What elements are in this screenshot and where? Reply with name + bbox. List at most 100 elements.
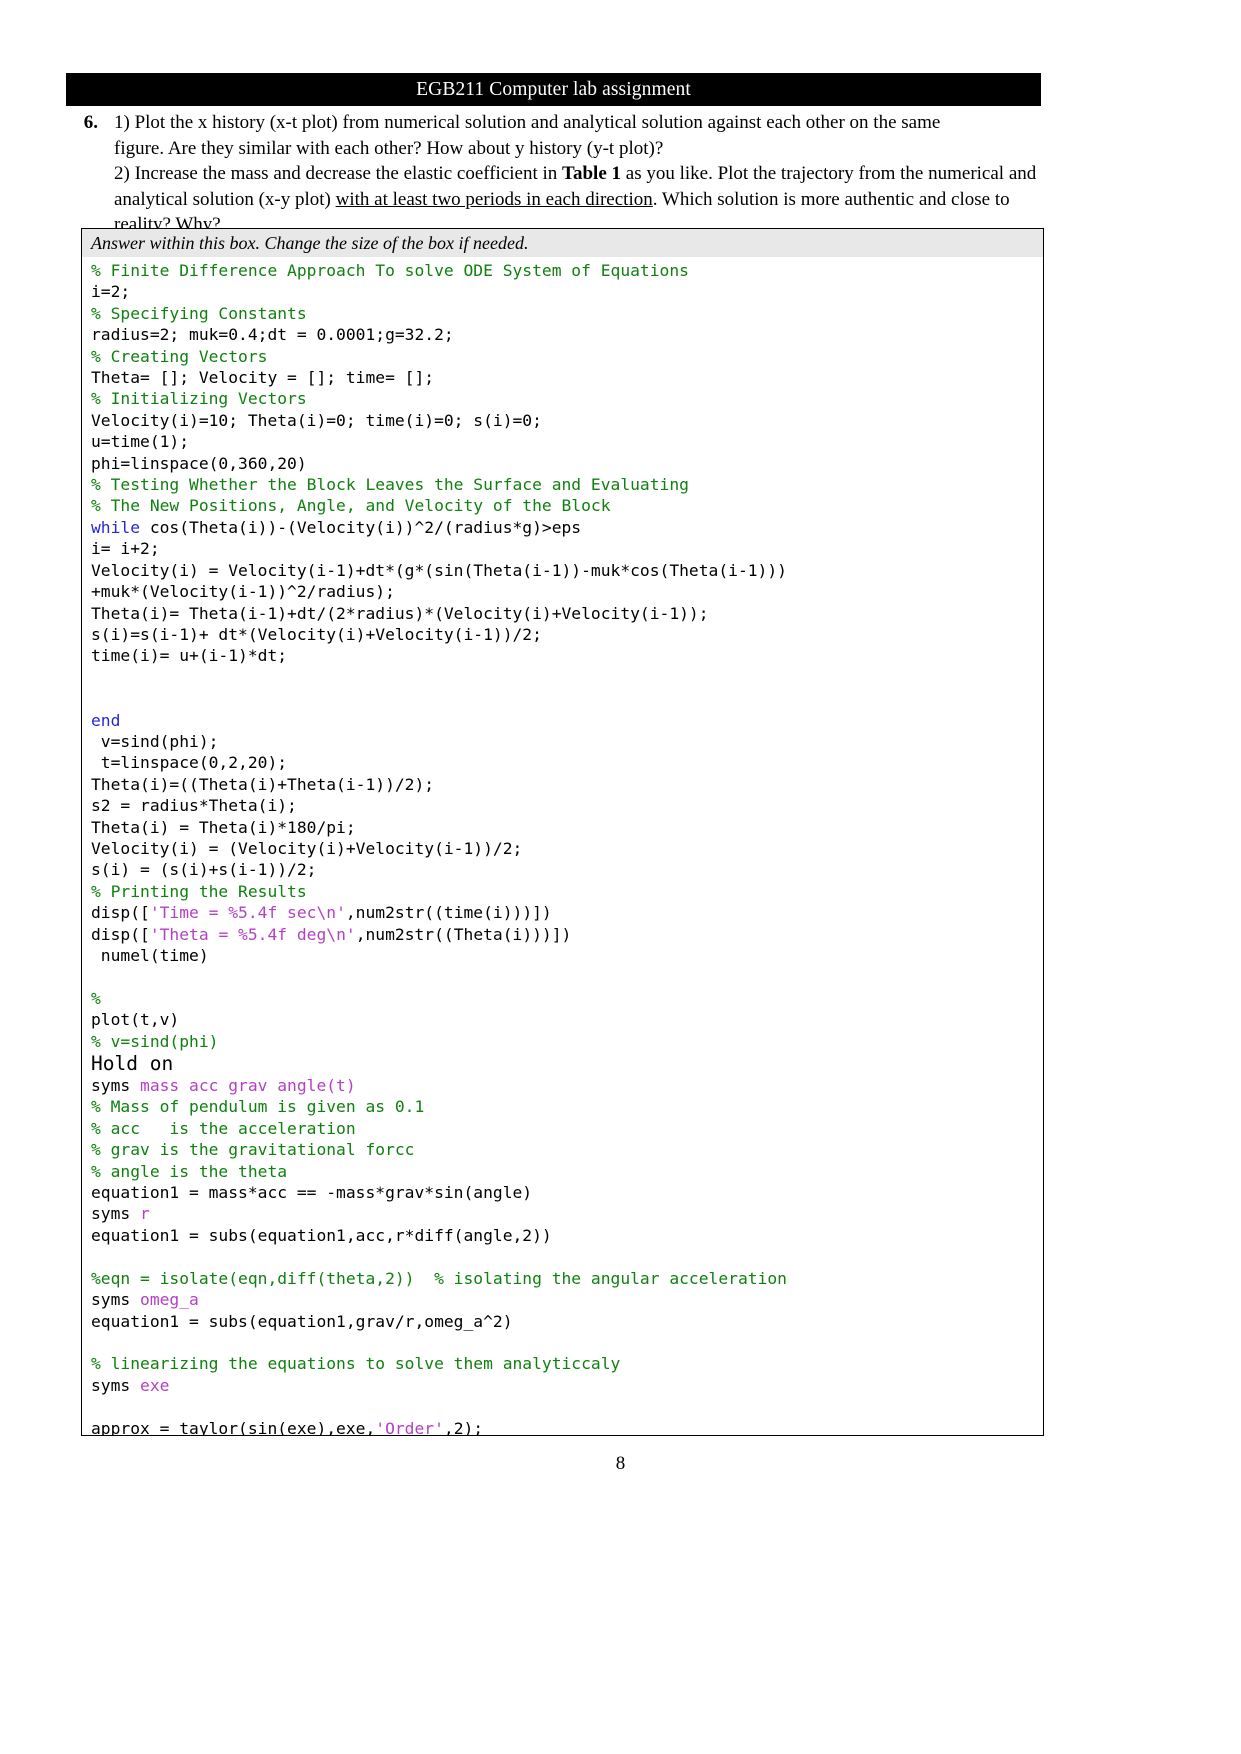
code-line: s(i) = (s(i)+s(i-1))/2; [91,859,1043,880]
code-token-plain: disp([ [91,903,150,923]
code-token-string: 'Time = %5.4f sec\n' [149,903,346,923]
code-line: Hold on [91,1052,1043,1075]
code-token-plain: syms [91,1204,141,1224]
code-listing[interactable]: % Finite Difference Approach To solve OD… [82,257,1043,1436]
code-line: %eqn = isolate(eqn,diff(theta,2)) % isol… [91,1268,1043,1289]
code-line: s(i)=s(i-1)+ dt*(Velocity(i)+Velocity(i-… [91,624,1043,645]
code-line: % Specifying Constants [91,303,1043,324]
question-body: 1) Plot the x history (x-t plot) from nu… [114,110,1043,238]
code-token-plain: v=sind(phi); [91,731,219,751]
code-line: Velocity(i)=10; Theta(i)=0; time(i)=0; s… [91,410,1043,431]
code-line: disp(['Time = %5.4f sec\n',num2str((time… [91,902,1043,923]
code-token-plain: time(i)= u+(i-1)*dt; [91,646,288,666]
code-line: % Testing Whether the Block Leaves the S… [91,474,1043,495]
code-token-comment: % Specifying Constants [91,303,307,323]
code-token-plain: phi=linspace(0,360,20) [91,453,307,473]
code-token-plain: numel(time) [91,946,209,965]
code-line: i= i+2; [91,538,1043,559]
document-header-banner: EGB211 Computer lab assignment [66,73,1041,106]
code-token-plain: +muk*(Velocity(i-1))^2/radius); [91,582,395,602]
question-part2: 2) Increase the mass and decrease the el… [114,161,1043,238]
code-line: syms exe [91,1375,1043,1396]
code-token-plain: Velocity(i) = (Velocity(i)+Velocity(i-1)… [91,838,523,858]
code-line: approx = taylor(sin(exe),exe,'Order',2); [91,1418,1043,1436]
code-token-plain: u=time(1); [91,432,190,452]
code-line: % The New Positions, Angle, and Velocity… [91,495,1043,516]
code-token-string: r [140,1204,150,1224]
code-token-keyword: while [91,517,141,537]
code-line: Theta(i)= Theta(i-1)+dt/(2*radius)*(Velo… [91,603,1043,624]
code-token-comment: % v=sind(phi) [91,1031,219,1051]
code-line: +muk*(Velocity(i-1))^2/radius); [91,581,1043,602]
code-line: % angle is the theta [91,1161,1043,1182]
code-line: time(i)= u+(i-1)*dt; [91,645,1043,666]
code-line: Theta(i)=((Theta(i)+Theta(i-1))/2); [91,774,1043,795]
code-token-plain: ,num2str((time(i)))]) [345,903,552,923]
code-line: syms mass acc grav angle(t) [91,1075,1043,1096]
code-token-plain: t=linspace(0,2,20); [91,753,288,773]
code-token-comment: % The New Positions, Angle, and Velocity… [91,496,611,516]
code-token-plain: disp([ [91,924,150,944]
question-number: 6. [83,112,98,133]
code-token-string: omeg_a [140,1290,199,1310]
code-line: Velocity(i) = Velocity(i-1)+dt*(g*(sin(T… [91,560,1043,581]
code-line: s2 = radius*Theta(i); [91,795,1043,816]
code-line: radius=2; muk=0.4;dt = 0.0001;g=32.2; [91,324,1043,345]
question-block: 6. 1) Plot the x history (x-t plot) from… [66,110,1043,238]
code-token-plain: Velocity(i)=10; Theta(i)=0; time(i)=0; s… [91,410,542,430]
question-part2-emphasis: with at least two periods in each direct… [335,188,653,210]
code-line: equation1 = subs(equation1,acc,r*diff(an… [91,1225,1043,1246]
code-line: numel(time) [91,945,1043,966]
document-page: EGB211 Computer lab assignment 6. 1) Plo… [0,0,1241,1754]
page-number: 8 [615,1453,626,1474]
code-line: v=sind(phi); [91,731,1043,752]
code-token-comment: % angle is the theta [91,1161,288,1181]
code-token-plain: Theta(i)=((Theta(i)+Theta(i-1))/2); [91,774,435,794]
code-line: equation1 = mass*acc == -mass*grav*sin(a… [91,1182,1043,1203]
code-token-comment: % Finite Difference Approach To solve OD… [91,261,689,280]
code-token-plain: cos(Theta(i))-(Velocity(i))^2/(radius*g)… [140,517,582,537]
code-token-comment: % Initializing Vectors [91,389,307,409]
code-token-plain: ,2); [443,1418,484,1436]
code-token-comment: % acc is the acceleration [91,1118,356,1138]
header-title: EGB211 Computer lab assignment [416,78,691,100]
code-token-plain: syms [91,1290,141,1310]
code-line: syms r [91,1203,1043,1224]
code-token-plain: Theta= []; Velocity = []; time= []; [91,368,435,388]
code-line: Velocity(i) = (Velocity(i)+Velocity(i-1)… [91,838,1043,859]
code-line: disp(['Theta = %5.4f deg\n',num2str((The… [91,924,1043,945]
code-token-string: 'Theta = %5.4f deg\n' [149,924,356,944]
code-line: t=linspace(0,2,20); [91,752,1043,773]
code-token-plain: equation1 = mass*acc == -mass*grav*sin(a… [91,1183,533,1203]
code-token-comment: % Printing the Results [91,881,307,901]
code-token-comment: % Creating Vectors [91,346,268,366]
code-token-string: exe [140,1375,170,1395]
code-line: % grav is the gravitational forcc [91,1139,1043,1160]
code-token-plain: plot(t,v) [91,1010,180,1030]
code-line: % [91,988,1043,1009]
code-token-string: 'Order' [375,1418,444,1436]
code-token-plain: s(i) = (s(i)+s(i-1))/2; [91,860,317,880]
code-line: % Mass of pendulum is given as 0.1 [91,1096,1043,1117]
code-token-plain: i= i+2; [91,539,160,559]
question-part2-line2-post: . Which solution is more [652,188,840,210]
code-line: i=2; [91,281,1043,302]
code-token-comment: % grav is the gravitational forcc [91,1140,415,1160]
code-token-plain: Theta(i) = Theta(i)*180/pi; [91,817,356,837]
code-token-comment: % Mass of pendulum is given as 0.1 [91,1097,425,1117]
question-part1-line2: figure. Are they similar with each other… [114,137,664,159]
code-token-plain: approx = taylor(sin(exe),exe, [91,1418,376,1436]
code-line: % Creating Vectors [91,346,1043,367]
code-token-plain: equation1 = subs(equation1,grav/r,omeg_a… [91,1311,513,1331]
question-part2-pre: 2) Increase the mass and decrease the el… [114,163,563,184]
answer-box[interactable]: Answer within this box. Change the size … [81,228,1044,1436]
code-line: syms omeg_a [91,1289,1043,1310]
code-line: % Finite Difference Approach To solve OD… [91,260,1043,281]
code-token-plain: syms [91,1076,141,1096]
code-line: u=time(1); [91,431,1043,452]
code-token-comment: % Testing Whether the Block Leaves the S… [91,475,689,495]
